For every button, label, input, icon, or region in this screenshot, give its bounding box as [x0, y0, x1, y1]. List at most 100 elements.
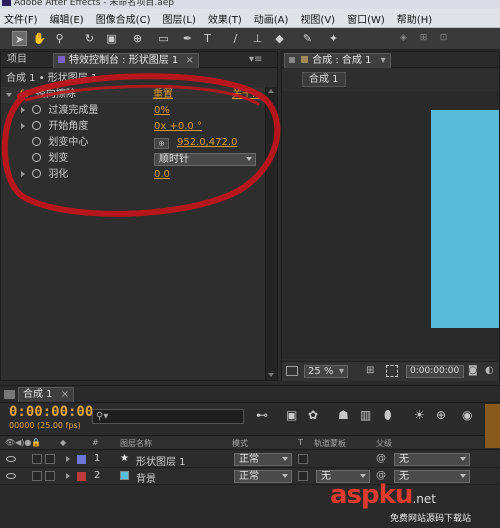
camera-tool-icon[interactable]: ▣ — [104, 31, 119, 46]
region-of-interest-icon[interactable] — [386, 365, 398, 377]
close-icon[interactable]: × — [185, 55, 193, 66]
start-angle-value[interactable]: 0x +0.0 ° — [154, 119, 202, 135]
expand-layer-icon[interactable] — [66, 473, 70, 479]
zoom-dropdown[interactable]: 25 % ▾ — [304, 365, 348, 378]
layer-name[interactable]: 背景 — [136, 470, 156, 485]
feather-value[interactable]: 0.0 — [154, 167, 170, 183]
track-matte-dropdown[interactable]: 无 — [316, 470, 370, 483]
menu-view[interactable]: 视图(V) — [300, 11, 335, 26]
axis-mode-icon[interactable]: ◈ — [396, 31, 411, 46]
roto-brush-tool-icon[interactable]: ✎ — [300, 31, 315, 46]
wipe-center-value[interactable]: 952.0,472.0 — [177, 135, 237, 151]
comp-mini-flowchart-icon[interactable]: ⊷ — [256, 408, 268, 422]
timeline-timecode[interactable]: 0:00:00:00 — [9, 404, 93, 420]
menu-composition[interactable]: 图像合成(C) — [96, 11, 151, 26]
scroll-up-icon[interactable] — [268, 89, 274, 93]
preserve-transparency-toggle[interactable] — [298, 454, 308, 464]
lock-toggle[interactable] — [45, 471, 55, 481]
vertical-scrollbar[interactable] — [265, 87, 277, 380]
solo-toggle[interactable] — [32, 471, 42, 481]
stopwatch-icon[interactable] — [32, 153, 42, 162]
tab-effect-controls[interactable]: 特效控制台 : 形状图层 1 × — [53, 53, 199, 68]
stopwatch-icon[interactable] — [32, 105, 42, 114]
layer-row[interactable]: 1 ★ 形状图层 1 正常 @ 无 — [0, 451, 500, 468]
expand-layer-icon[interactable] — [66, 456, 70, 462]
brainstorm-icon[interactable]: ☀ — [414, 408, 425, 422]
draft-3d-icon[interactable]: ✿ — [308, 408, 318, 422]
current-time-display[interactable]: 0:00:00:00 — [406, 365, 464, 378]
brush-tool-icon[interactable]: / — [228, 31, 243, 46]
layer-search-input[interactable]: ⚲▾ — [92, 409, 244, 424]
comp-canvas[interactable] — [431, 110, 499, 328]
eraser-tool-icon[interactable]: ◆ — [272, 31, 287, 46]
always-preview-icon[interactable] — [286, 366, 298, 376]
hand-tool-icon[interactable]: ✋ — [32, 31, 47, 46]
tab-project[interactable]: 项目 — [3, 53, 31, 68]
menu-help[interactable]: 帮助(H) — [397, 11, 432, 26]
show-snapshot-icon[interactable]: ◐ — [485, 365, 494, 376]
frame-blending-icon[interactable]: ▥ — [360, 408, 371, 422]
timeline-time-navigator[interactable] — [484, 404, 500, 448]
col-layer-name[interactable]: 图层名称 — [120, 438, 152, 449]
world-axis-icon[interactable]: ⊞ — [416, 31, 431, 46]
layer-name[interactable]: 形状图层 1 — [136, 453, 186, 468]
zoom-tool-icon[interactable]: ⚲ — [52, 31, 67, 46]
crosshair-icon[interactable]: ⊕ — [154, 138, 169, 149]
layer-mode-dropdown[interactable]: 正常 — [234, 470, 292, 483]
pick-whip-icon[interactable]: @ — [376, 453, 386, 464]
stopwatch-icon[interactable] — [32, 137, 42, 146]
expand-icon[interactable] — [21, 123, 25, 129]
parent-dropdown[interactable]: 无 — [394, 470, 470, 483]
menu-layer[interactable]: 图层(L) — [162, 11, 195, 26]
menu-edit[interactable]: 编辑(E) — [50, 11, 84, 26]
comp-view-area[interactable] — [282, 91, 499, 359]
stopwatch-icon[interactable] — [32, 169, 42, 178]
panel-menu-icon[interactable]: ▾≡ — [245, 53, 266, 68]
scroll-down-icon[interactable] — [268, 373, 274, 377]
chevron-down-icon[interactable]: ▾ — [381, 55, 386, 66]
label-color-swatch[interactable] — [77, 472, 86, 481]
pen-tool-icon[interactable]: ✒ — [180, 31, 195, 46]
about-button[interactable]: 关于... — [232, 87, 262, 103]
collapse-effect-icon[interactable] — [6, 93, 12, 97]
label-color-swatch[interactable] — [77, 455, 86, 464]
parent-dropdown[interactable]: 无 — [394, 453, 470, 466]
close-icon[interactable]: × — [61, 389, 69, 400]
pick-whip-icon[interactable]: @ — [376, 470, 386, 481]
transition-completion-value[interactable]: 0% — [154, 103, 170, 119]
rotate-tool-icon[interactable]: ↻ — [82, 31, 97, 46]
solo-toggle[interactable] — [32, 454, 42, 464]
pan-behind-tool-icon[interactable]: ⊕ — [130, 31, 145, 46]
expand-icon[interactable] — [21, 171, 25, 177]
rectangle-tool-icon[interactable]: ▭ — [156, 31, 171, 46]
comp-breadcrumb-button[interactable]: 合成 1 — [302, 72, 346, 87]
wipe-direction-dropdown[interactable]: 顺时针 — [154, 153, 256, 166]
tab-timeline-comp[interactable]: 合成 1 × — [18, 387, 75, 402]
menu-animation[interactable]: 动画(A) — [254, 11, 289, 26]
menu-window[interactable]: 窗口(W) — [347, 11, 385, 26]
layer-mode-dropdown[interactable]: 正常 — [234, 453, 292, 466]
preserve-transparency-toggle[interactable] — [298, 471, 308, 481]
reset-button[interactable]: 重置 — [153, 87, 173, 103]
camera-snapshot-icon[interactable]: ◙ — [468, 365, 478, 376]
eye-icon[interactable] — [6, 473, 16, 479]
safe-zones-icon[interactable]: ⊞ — [366, 365, 374, 376]
hide-shy-layers-icon[interactable]: ☗ — [338, 408, 349, 422]
selection-tool-icon[interactable]: ➤ — [12, 31, 27, 46]
tab-composition[interactable]: 合成 : 合成 1 ▾ — [284, 53, 391, 68]
layer-row[interactable]: 2 背景 正常 无 @ 无 — [0, 468, 500, 485]
eye-icon[interactable] — [6, 456, 16, 462]
graph-editor-icon[interactable]: ◉ — [462, 408, 472, 422]
view-axis-icon[interactable]: ⊡ — [436, 31, 451, 46]
live-update-icon[interactable]: ▣ — [286, 408, 297, 422]
stopwatch-icon[interactable] — [32, 121, 42, 130]
lock-toggle[interactable] — [45, 454, 55, 464]
type-tool-icon[interactable]: T — [200, 31, 215, 46]
auto-keyframe-icon[interactable]: ⊕ — [436, 408, 446, 422]
puppet-pin-tool-icon[interactable]: ✦ — [326, 31, 341, 46]
menu-file[interactable]: 文件(F) — [4, 11, 38, 26]
clone-stamp-tool-icon[interactable]: ⊥ — [250, 31, 265, 46]
menu-effect[interactable]: 效果(T) — [208, 11, 242, 26]
expand-icon[interactable] — [21, 107, 25, 113]
motion-blur-icon[interactable]: ⬮ — [384, 408, 392, 423]
